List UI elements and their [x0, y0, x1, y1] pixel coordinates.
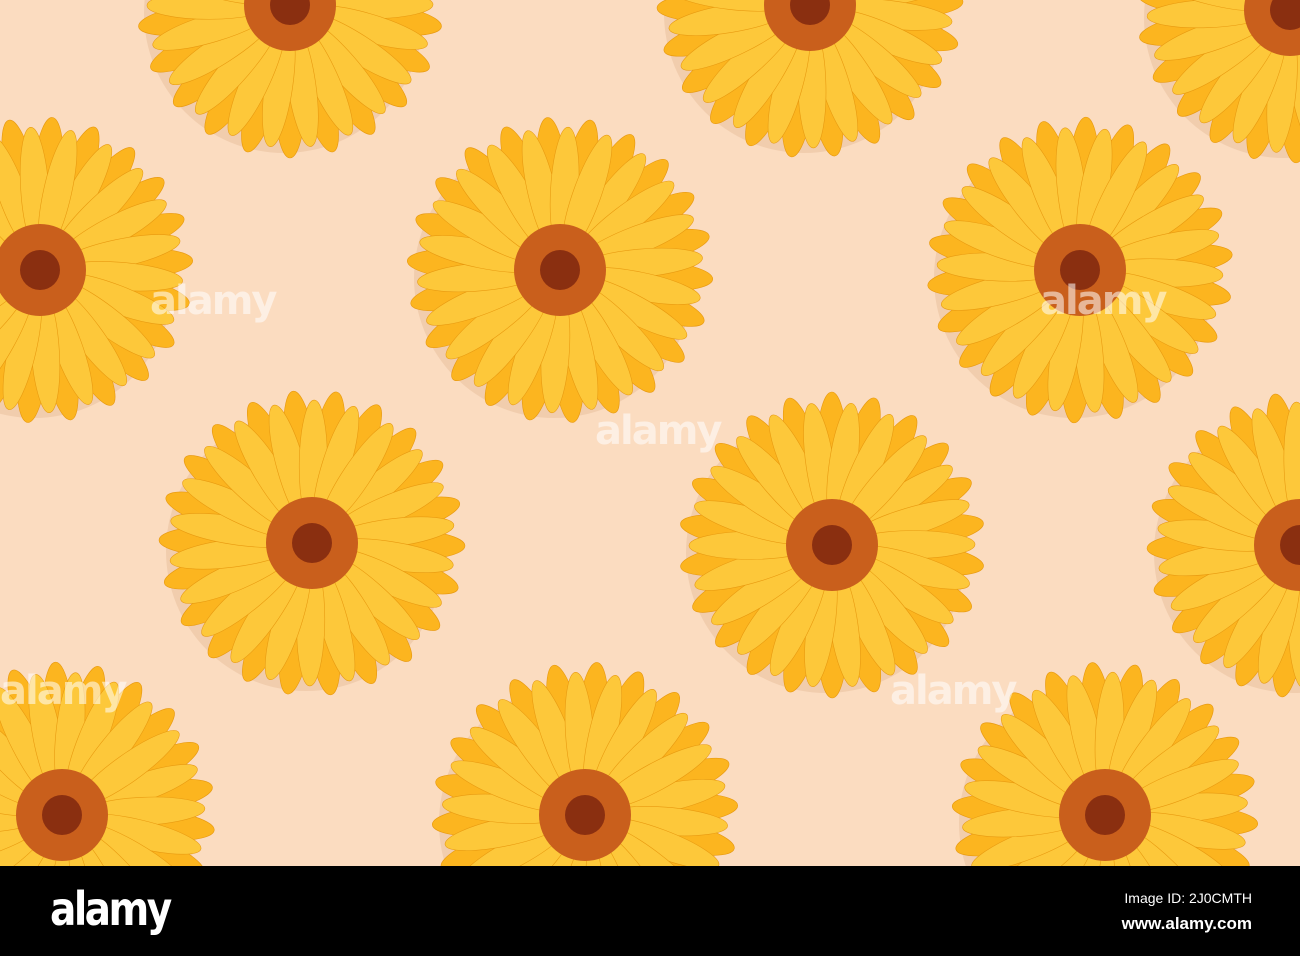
sunflower	[0, 117, 194, 423]
watermark: alamy	[0, 668, 127, 714]
flower-center-core	[540, 250, 580, 290]
flower-center-core	[565, 795, 605, 835]
flower-center-core	[292, 523, 332, 563]
flower-center-core	[1085, 795, 1125, 835]
sunflower	[680, 391, 984, 699]
sunflower	[656, 0, 964, 158]
alamy-logo: alamy	[50, 882, 172, 936]
footer-bar: alamy Image ID: 2J0CMTH www.alamy.com	[0, 866, 1300, 956]
flower-center-core	[42, 795, 82, 835]
watermark: alamy	[890, 668, 1017, 714]
sunflower	[432, 662, 738, 866]
flower-center-core	[812, 525, 852, 565]
flower-pattern-photo: alamy alamy alamy alamy alamy	[0, 0, 1300, 866]
watermark: alamy	[150, 278, 277, 324]
sunflower	[1146, 392, 1300, 698]
sunflower	[406, 117, 714, 423]
sunflower	[158, 390, 466, 696]
flower-center-core	[20, 250, 60, 290]
watermark: alamy	[595, 408, 722, 454]
watermark: alamy	[1040, 278, 1167, 324]
website-link[interactable]: www.alamy.com	[1122, 914, 1252, 934]
sunflower	[1137, 0, 1300, 164]
image-id: Image ID: 2J0CMTH	[1124, 890, 1252, 906]
sunflower	[927, 116, 1233, 424]
sunflower	[138, 0, 442, 159]
